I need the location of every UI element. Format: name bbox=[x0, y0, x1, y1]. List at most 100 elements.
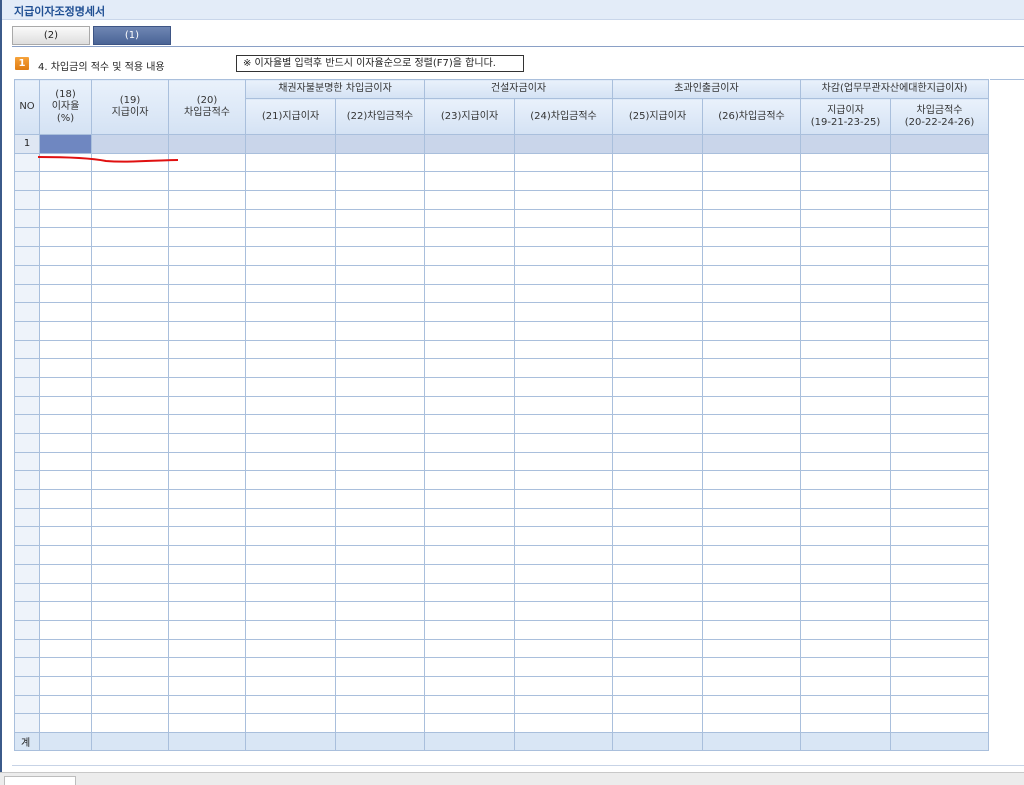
grid-cell[interactable] bbox=[335, 302, 425, 322]
grid-cell[interactable] bbox=[890, 320, 989, 341]
grid-cell[interactable] bbox=[514, 302, 613, 322]
grid-cell[interactable] bbox=[91, 152, 169, 173]
grid-cell[interactable] bbox=[424, 526, 515, 547]
grid-cell[interactable] bbox=[612, 320, 703, 341]
grid-cell[interactable] bbox=[514, 152, 613, 173]
grid-cell[interactable] bbox=[424, 414, 515, 434]
grid-cell[interactable] bbox=[612, 152, 703, 173]
grid-cell[interactable] bbox=[39, 694, 92, 715]
grid-cell[interactable] bbox=[890, 208, 989, 229]
grid-cell[interactable] bbox=[168, 208, 246, 229]
grid-cell[interactable] bbox=[890, 433, 989, 453]
grid-cell[interactable] bbox=[245, 190, 336, 210]
grid-cell[interactable] bbox=[168, 601, 246, 621]
grid-cell[interactable] bbox=[800, 152, 891, 173]
grid-cell[interactable] bbox=[702, 414, 801, 434]
grid-cell[interactable] bbox=[612, 451, 703, 472]
grid-cell[interactable] bbox=[890, 657, 989, 677]
grid-cell[interactable] bbox=[890, 264, 989, 285]
grid-cell[interactable] bbox=[702, 190, 801, 210]
grid-cell[interactable] bbox=[424, 713, 515, 733]
grid-cell[interactable] bbox=[245, 489, 336, 509]
grid-cell[interactable] bbox=[424, 171, 515, 192]
grid-cell[interactable] bbox=[800, 208, 891, 229]
grid-cell[interactable] bbox=[39, 675, 92, 696]
grid-cell[interactable] bbox=[890, 134, 989, 154]
grid-cell[interactable] bbox=[245, 675, 336, 696]
grid-cell[interactable] bbox=[168, 433, 246, 453]
grid-cell[interactable] bbox=[702, 395, 801, 416]
grid-cell[interactable] bbox=[335, 283, 425, 304]
grid-cell[interactable] bbox=[800, 675, 891, 696]
grid-cell[interactable] bbox=[800, 489, 891, 509]
grid-cell[interactable] bbox=[514, 638, 613, 659]
grid-cell[interactable] bbox=[800, 246, 891, 266]
grid-cell[interactable] bbox=[890, 507, 989, 528]
grid-cell[interactable] bbox=[168, 190, 246, 210]
grid-cell[interactable] bbox=[168, 526, 246, 547]
grid-cell[interactable] bbox=[612, 526, 703, 547]
grid-cell[interactable] bbox=[168, 339, 246, 360]
grid-cell[interactable] bbox=[168, 619, 246, 640]
grid-cell[interactable] bbox=[168, 264, 246, 285]
grid-cell[interactable] bbox=[890, 545, 989, 565]
grid-cell[interactable] bbox=[91, 694, 169, 715]
grid-cell[interactable] bbox=[424, 657, 515, 677]
grid-cell[interactable] bbox=[39, 470, 92, 491]
grid-cell[interactable] bbox=[91, 339, 169, 360]
grid-cell[interactable] bbox=[514, 507, 613, 528]
grid-cell[interactable] bbox=[612, 433, 703, 453]
grid-cell[interactable] bbox=[612, 582, 703, 603]
grid-cell[interactable] bbox=[890, 526, 989, 547]
grid-cell[interactable] bbox=[702, 433, 801, 453]
grid-cell[interactable] bbox=[39, 433, 92, 453]
grid-cell[interactable] bbox=[245, 246, 336, 266]
grid-cell[interactable] bbox=[514, 320, 613, 341]
grid-cell[interactable] bbox=[245, 208, 336, 229]
grid-cell[interactable] bbox=[168, 414, 246, 434]
grid-cell[interactable] bbox=[168, 134, 246, 154]
grid-cell[interactable] bbox=[702, 227, 801, 248]
grid-cell[interactable] bbox=[335, 134, 425, 154]
grid-cell[interactable] bbox=[335, 339, 425, 360]
grid-cell[interactable] bbox=[91, 227, 169, 248]
grid-cell[interactable] bbox=[514, 694, 613, 715]
grid-cell[interactable] bbox=[39, 507, 92, 528]
tab-1[interactable]: (1) bbox=[93, 26, 171, 45]
grid-cell[interactable] bbox=[424, 190, 515, 210]
grid-cell[interactable] bbox=[612, 358, 703, 378]
grid-cell[interactable] bbox=[39, 526, 92, 547]
grid-cell[interactable] bbox=[91, 134, 169, 154]
grid-cell[interactable] bbox=[800, 339, 891, 360]
grid-cell[interactable] bbox=[612, 208, 703, 229]
grid-cell[interactable] bbox=[424, 134, 515, 154]
grid-cell[interactable] bbox=[612, 283, 703, 304]
grid-cell[interactable] bbox=[514, 601, 613, 621]
grid-cell[interactable] bbox=[612, 601, 703, 621]
grid-cell[interactable] bbox=[39, 152, 92, 173]
grid-cell[interactable] bbox=[335, 264, 425, 285]
grid-cell[interactable] bbox=[800, 619, 891, 640]
grid-cell[interactable] bbox=[702, 582, 801, 603]
grid-cell[interactable] bbox=[890, 619, 989, 640]
grid-cell[interactable] bbox=[168, 507, 246, 528]
grid-cell[interactable] bbox=[91, 657, 169, 677]
grid-cell[interactable] bbox=[424, 489, 515, 509]
grid-cell[interactable] bbox=[245, 152, 336, 173]
grid-cell[interactable] bbox=[514, 134, 613, 154]
grid-cell[interactable] bbox=[91, 601, 169, 621]
grid-cell[interactable] bbox=[890, 376, 989, 397]
grid-cell[interactable] bbox=[612, 339, 703, 360]
grid-cell[interactable] bbox=[91, 563, 169, 584]
grid-cell[interactable] bbox=[168, 713, 246, 733]
grid-cell[interactable] bbox=[335, 152, 425, 173]
grid-cell[interactable] bbox=[514, 657, 613, 677]
grid-cell[interactable] bbox=[424, 227, 515, 248]
grid-cell[interactable] bbox=[39, 208, 92, 229]
grid-cell[interactable] bbox=[612, 675, 703, 696]
grid-cell[interactable] bbox=[424, 152, 515, 173]
grid-cell[interactable] bbox=[39, 358, 92, 378]
grid-cell[interactable] bbox=[612, 545, 703, 565]
grid-cell[interactable] bbox=[612, 227, 703, 248]
grid-cell[interactable] bbox=[514, 283, 613, 304]
